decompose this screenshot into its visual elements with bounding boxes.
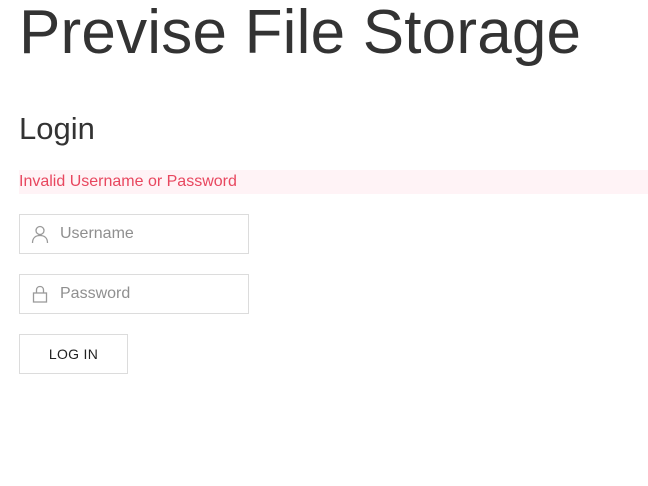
login-page: Previse File Storage Login Invalid Usern… <box>0 0 648 486</box>
lock-icon <box>30 284 50 304</box>
username-input[interactable] <box>60 215 244 253</box>
site-title: Previse File Storage <box>19 0 582 67</box>
login-heading: Login <box>19 111 95 146</box>
login-button[interactable]: LOG IN <box>19 334 128 374</box>
username-field[interactable] <box>19 214 249 254</box>
user-icon <box>30 224 50 244</box>
password-input[interactable] <box>60 275 244 313</box>
password-field[interactable] <box>19 274 249 314</box>
error-alert: Invalid Username or Password <box>19 170 648 194</box>
